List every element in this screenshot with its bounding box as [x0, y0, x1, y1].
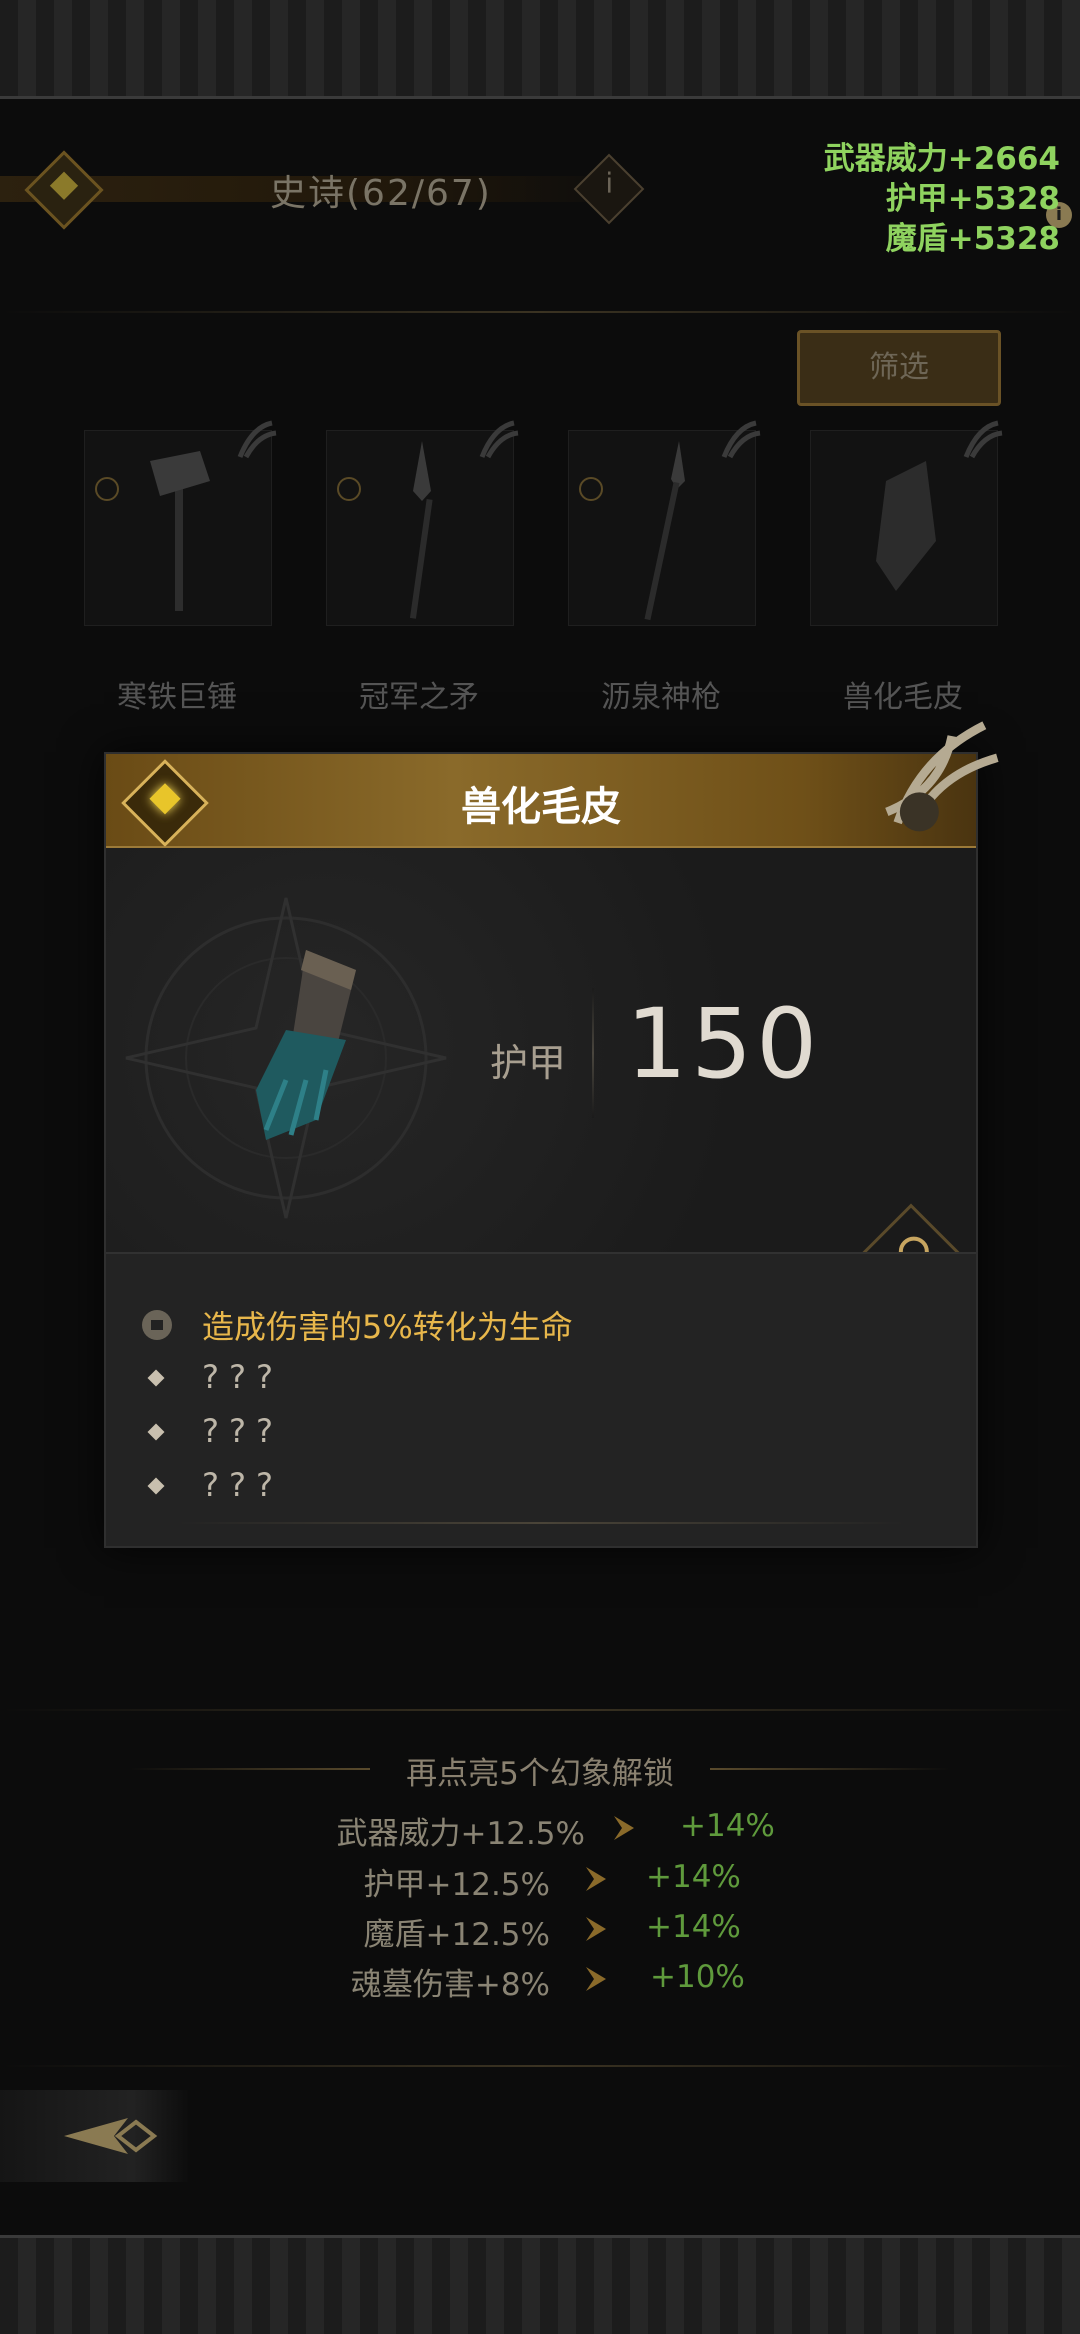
top-frame-bar: [0, 0, 1080, 99]
bonus-row-magic-shield: 魔盾+12.5% +14%: [0, 1909, 1080, 1955]
popup-header: 兽化毛皮: [106, 754, 976, 848]
grid-label-fur: 兽化毛皮: [843, 680, 963, 715]
grid-label-lance: 沥泉神枪: [601, 680, 721, 715]
bonus-next: +14%: [680, 1808, 775, 1844]
weapon-power-total: 武器威力+2664: [823, 141, 1060, 177]
arrow-right-icon: [586, 1967, 606, 1991]
back-button[interactable]: [0, 2090, 190, 2182]
bonus-header: 再点亮5个幻象解锁: [0, 1748, 1080, 1794]
stat-divider: [592, 988, 594, 1118]
total-bonus-stats: 武器威力+2664 护甲+5328 魔盾+5328: [824, 139, 1060, 259]
footer-line: [178, 1522, 904, 1524]
arrow-right-icon: [586, 1867, 606, 1891]
bonus-row-tomb-damage: 魂墓伤害+8% +10%: [0, 1959, 1080, 2005]
bonus-next: +14%: [646, 1909, 741, 1945]
item-detail-popup: 兽化毛皮 护甲 150 造成伤害的5%转化为生命 ??? ??? ???: [104, 721, 999, 1548]
bottom-frame-bar: [0, 2235, 1080, 2334]
effect-text: 造成伤害的5%转化为生命: [202, 1308, 573, 1346]
unlit-ring-icon: [95, 477, 119, 501]
popup-title: 兽化毛皮: [461, 784, 621, 830]
grid-label-spear: 冠军之矛: [359, 680, 479, 715]
lance-icon: [644, 441, 685, 621]
fur-gauntlet-icon: [256, 950, 356, 1140]
info-glyph: i: [605, 166, 614, 200]
unlit-ring-icon: [337, 477, 361, 501]
bonus-row-weapon-power: 武器威力+12.5% +14%: [0, 1808, 1080, 1854]
armor-total: 护甲+5328: [885, 181, 1060, 217]
faction-mark-icon: [721, 420, 761, 459]
bonus-separator: [0, 1709, 1080, 1711]
bonus-next: +14%: [646, 1859, 741, 1895]
popup-body: 护甲 150: [106, 848, 976, 1252]
bonus-current: 武器威力+12.5%: [336, 1816, 585, 1852]
bonus-current: 护甲+12.5%: [363, 1867, 550, 1903]
unlit-ring-icon: [579, 477, 603, 501]
spear-icon: [409, 441, 433, 619]
rarity-diamond-icon[interactable]: [24, 150, 104, 230]
header-separator: [0, 311, 1080, 313]
faction-emblem-icon: [885, 721, 999, 832]
fur-gauntlet-icon: [876, 461, 936, 591]
bonus-current: 魔盾+12.5%: [363, 1917, 550, 1953]
lock-icon: [142, 1310, 172, 1340]
filter-button[interactable]: 筛选: [797, 330, 1001, 406]
bonus-next: +10%: [650, 1959, 745, 1995]
faction-mark-icon: [479, 420, 519, 459]
bullet-diamond-icon: [147, 1477, 165, 1495]
category-title: 史诗(62/67): [270, 173, 492, 214]
category-info-button[interactable]: i: [573, 153, 645, 225]
hammer-icon: [150, 451, 210, 611]
stat-label: 护甲: [490, 1041, 567, 1085]
faction-mark-icon: [963, 420, 1003, 459]
bonus-ornament-right: [710, 1768, 950, 1770]
bonus-current: 魂墓伤害+8%: [350, 1967, 550, 2003]
effect-text: ???: [202, 1466, 283, 1504]
bottom-separator: [0, 2065, 1080, 2067]
back-arrow-icon: [64, 2118, 158, 2154]
effects-panel: 造成伤害的5%转化为生命 ??? ??? ???: [106, 1252, 976, 1546]
magic-shield-total: 魔盾+5328: [885, 221, 1060, 257]
arrow-right-icon: [614, 1816, 634, 1840]
category-header: 史诗(62/67) i: [0, 138, 650, 238]
stat-value: 150: [626, 988, 822, 1100]
bonus-row-armor: 护甲+12.5% +14%: [0, 1859, 1080, 1905]
bullet-diamond-icon: [147, 1423, 165, 1441]
bonus-title: 再点亮5个幻象解锁: [406, 1756, 674, 1792]
grid-label-hammer: 寒铁巨锤: [117, 680, 237, 715]
faction-mark-icon: [237, 420, 277, 459]
arrow-right-icon: [586, 1917, 606, 1941]
effect-text: ???: [202, 1412, 283, 1450]
effect-text: ???: [202, 1358, 283, 1396]
bullet-diamond-icon: [147, 1369, 165, 1387]
